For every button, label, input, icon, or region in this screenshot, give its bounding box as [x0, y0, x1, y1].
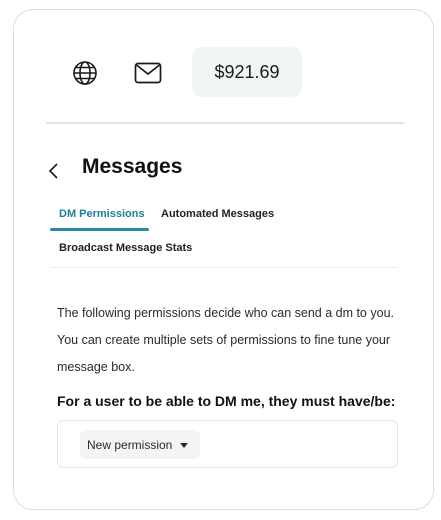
tab-broadcast-message-stats[interactable]: Broadcast Message Stats — [59, 242, 192, 254]
header-divider — [46, 122, 404, 124]
balance-display[interactable]: $921.69 — [192, 47, 302, 97]
messages-card: $921.69 Messages DM Permissions Automate… — [13, 9, 434, 510]
balance-amount: $921.69 — [214, 61, 280, 82]
page-title: Messages — [82, 155, 183, 178]
globe-icon[interactable] — [72, 60, 98, 86]
permissions-description: The following permissions decide who can… — [57, 306, 394, 374]
tab-automated-messages[interactable]: Automated Messages — [161, 208, 274, 220]
permission-box: New permission — [57, 420, 398, 468]
new-permission-label: New permission — [87, 437, 173, 452]
chevron-left-icon[interactable] — [47, 161, 61, 181]
caret-down-icon — [180, 443, 189, 448]
active-tab-indicator — [50, 228, 149, 231]
mail-icon[interactable] — [134, 60, 162, 86]
new-permission-dropdown[interactable]: New permission — [80, 430, 200, 459]
tabs-divider — [50, 267, 398, 268]
tab-dm-permissions[interactable]: DM Permissions — [59, 208, 145, 220]
requirement-heading: For a user to be able to DM me, they mus… — [57, 393, 396, 409]
